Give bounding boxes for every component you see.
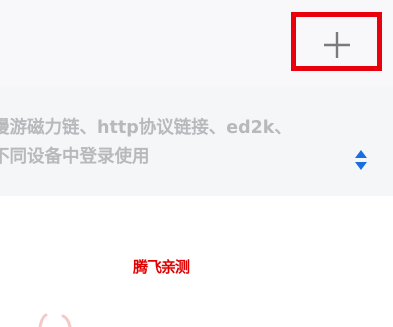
bunny-ears-decoration bbox=[38, 313, 72, 327]
add-button[interactable] bbox=[291, 12, 382, 71]
info-banner: 漫游磁力链、http协议链接、ed2k、 不同设备中登录使用 bbox=[0, 86, 393, 196]
plus-icon bbox=[324, 32, 350, 58]
watermark-text: 腾飞亲测 bbox=[133, 258, 190, 276]
screen: 漫游磁力链、http协议链接、ed2k、 不同设备中登录使用 腾飞亲测 bbox=[0, 0, 393, 327]
banner-text: 漫游磁力链、http协议链接、ed2k、 不同设备中登录使用 bbox=[0, 114, 362, 172]
banner-line-2: 不同设备中登录使用 bbox=[0, 147, 150, 167]
banner-line-1: 漫游磁力链、http协议链接、ed2k、 bbox=[0, 118, 292, 138]
top-bar bbox=[0, 0, 393, 86]
sort-up-down-icon bbox=[355, 150, 367, 170]
sort-toggle-button[interactable] bbox=[352, 149, 370, 171]
